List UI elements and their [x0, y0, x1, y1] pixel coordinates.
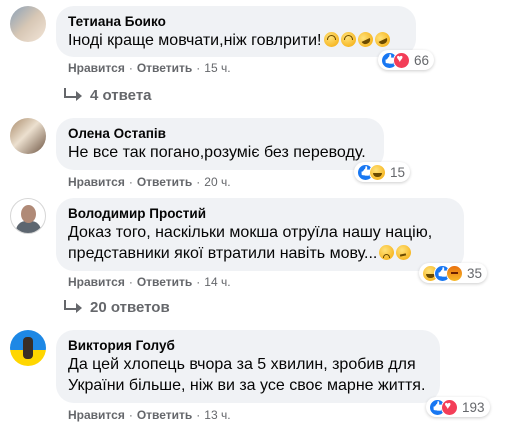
- reply-link[interactable]: Ответить: [137, 61, 192, 75]
- comment-bubble: Тетиана Боико Іноді краще мовчати,ніж го…: [56, 6, 416, 57]
- comment-text-line: представники якої втратили навіть мову..…: [68, 245, 378, 262]
- comment-bubble: Виктория Голуб Да цей хлопець вчора за 5…: [56, 330, 440, 403]
- reaction-summary[interactable]: 35: [419, 263, 488, 283]
- comment-text-line: Доказ того, наскільки мокша отруїла нашу…: [68, 224, 433, 241]
- timestamp[interactable]: 14 ч.: [204, 275, 230, 289]
- love-reaction-icon: [441, 398, 458, 416]
- timestamp[interactable]: 13 ч.: [204, 408, 230, 422]
- timestamp[interactable]: 20 ч.: [204, 175, 230, 189]
- view-replies-button[interactable]: 4 ответа: [64, 87, 152, 105]
- like-link[interactable]: Нравится: [68, 275, 125, 289]
- separator: ·: [128, 408, 133, 422]
- avatar[interactable]: [10, 330, 46, 366]
- replies-label: 20 ответов: [90, 299, 170, 316]
- reply-link[interactable]: Ответить: [137, 408, 192, 422]
- comment-author[interactable]: Олена Остапів: [68, 125, 372, 142]
- comment-author[interactable]: Виктория Голуб: [68, 337, 428, 354]
- timestamp[interactable]: 15 ч.: [204, 61, 230, 75]
- comment-text: Іноді краще мовчати,ніж говлрити!: [68, 29, 404, 51]
- comment-author[interactable]: Володимир Простий: [68, 205, 452, 222]
- comment-actions: Нравится · Ответить · 20 ч.: [68, 175, 231, 189]
- avatar[interactable]: [10, 118, 46, 154]
- like-link[interactable]: Нравится: [68, 175, 125, 189]
- reaction-count: 193: [462, 399, 485, 415]
- reaction-count: 66: [414, 52, 430, 68]
- comment-text-line: України більше, ніж ви за усе своє марне…: [68, 377, 426, 394]
- avatar[interactable]: [10, 198, 46, 234]
- reply-arrow-icon: [64, 88, 82, 101]
- angry-reaction-icon: [446, 264, 463, 282]
- comment-text-line: Да цей хлопець вчора за 5 хвилин, зробив…: [68, 356, 416, 373]
- reaction-summary[interactable]: 15: [354, 162, 411, 182]
- separator: ·: [128, 275, 133, 289]
- comment-actions: Нравится · Ответить · 15 ч.: [68, 61, 231, 75]
- rofl-icon: [372, 29, 392, 50]
- comment-bubble: Володимир Простий Доказ того, наскільки …: [56, 198, 464, 271]
- separator: ·: [196, 408, 201, 422]
- separator: ·: [128, 175, 133, 189]
- view-replies-button[interactable]: 20 ответов: [64, 299, 170, 317]
- comment-text-line: Іноді краще мовчати,ніж говлрити!: [68, 32, 322, 49]
- reply-link[interactable]: Ответить: [137, 175, 192, 189]
- sad-face-icon: [379, 245, 395, 260]
- rofl-icon: [355, 29, 375, 50]
- comment-author[interactable]: Тетиана Боико: [68, 13, 404, 30]
- comment-actions: Нравится · Ответить · 13 ч.: [68, 408, 231, 422]
- replies-label: 4 ответа: [90, 87, 152, 104]
- like-link[interactable]: Нравится: [68, 61, 125, 75]
- separator: ·: [196, 275, 201, 289]
- reaction-summary[interactable]: 193: [426, 397, 490, 417]
- avatar[interactable]: [10, 6, 46, 42]
- reply-arrow-icon: [64, 300, 82, 313]
- upside-down-face-icon: [323, 32, 339, 47]
- like-link[interactable]: Нравится: [68, 408, 125, 422]
- separator: ·: [196, 175, 201, 189]
- haha-reaction-icon: [369, 163, 386, 181]
- love-reaction-icon: [393, 51, 410, 69]
- reply-link[interactable]: Ответить: [137, 275, 192, 289]
- comment-actions: Нравится · Ответить · 14 ч.: [68, 275, 231, 289]
- comment-bubble: Олена Остапів Не все так погано,розуміє …: [56, 118, 384, 170]
- comment-text: Не все так погано,розуміє без переводу.: [68, 144, 366, 161]
- upside-down-face-icon: [340, 32, 356, 47]
- reaction-count: 15: [390, 164, 406, 180]
- reaction-summary[interactable]: 66: [378, 50, 435, 70]
- separator: ·: [196, 61, 201, 75]
- thinking-face-icon: [396, 245, 412, 260]
- comment-text: представники якої втратили навіть мову..…: [68, 243, 452, 264]
- reaction-count: 35: [467, 265, 483, 281]
- separator: ·: [128, 61, 133, 75]
